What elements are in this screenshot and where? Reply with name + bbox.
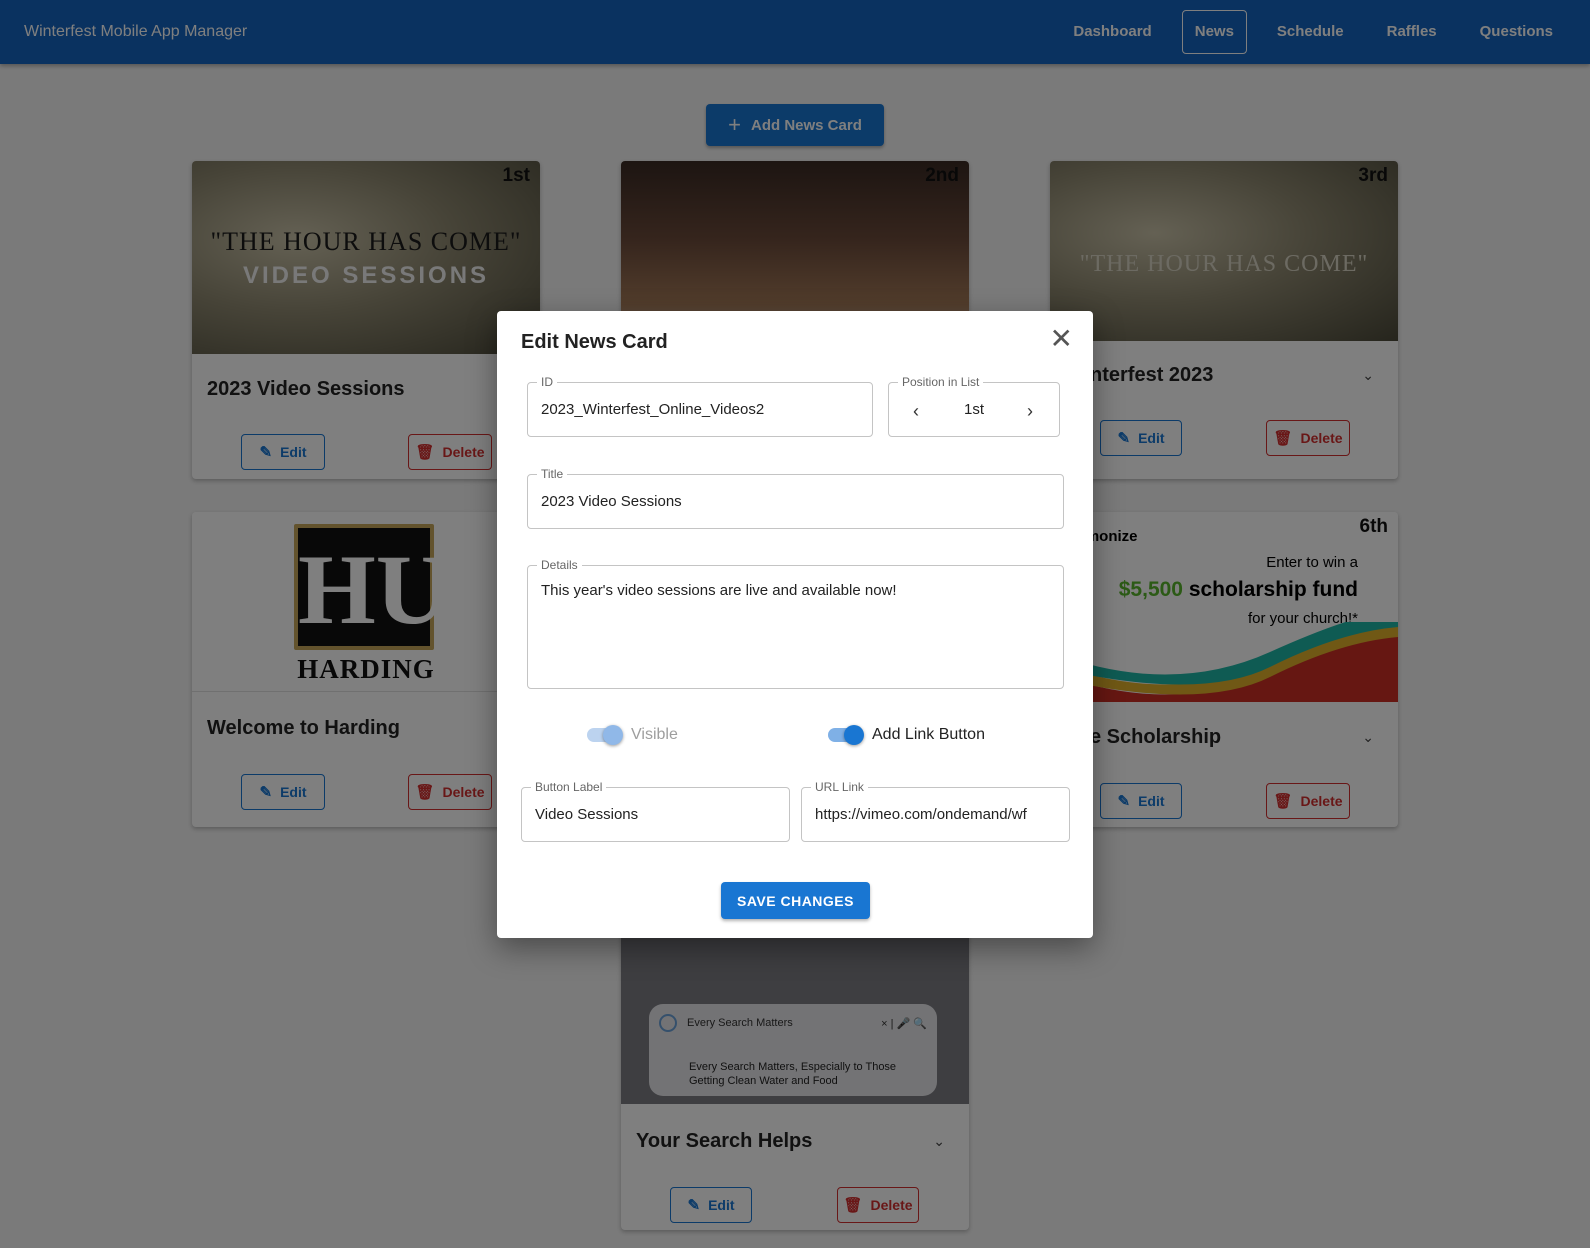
position-value: 1st	[964, 401, 985, 418]
title-field[interactable]: Title 2023 Video Sessions	[527, 467, 1064, 529]
title-label: Title	[537, 467, 568, 481]
url-link-value: https://vimeo.com/ondemand/wf	[815, 806, 1027, 823]
id-value: 2023_Winterfest_Online_Videos2	[541, 401, 765, 418]
id-field[interactable]: ID 2023_Winterfest_Online_Videos2	[527, 375, 873, 437]
dialog-title: Edit News Card	[521, 331, 668, 353]
position-label: Position in List	[898, 375, 984, 389]
add-link-thumb	[844, 725, 864, 745]
visible-label: Visible	[631, 726, 678, 743]
add-link-track	[828, 725, 864, 745]
button-label-value: Video Sessions	[535, 806, 639, 823]
save-changes-button[interactable]: SAVE CHANGES	[721, 882, 870, 919]
details-field[interactable]: Details This year's video sessions are l…	[527, 558, 1064, 689]
details-label: Details	[537, 558, 582, 572]
add-link-toggle[interactable]: Add Link Button	[828, 725, 985, 745]
visible-thumb	[603, 725, 623, 745]
visible-track	[587, 725, 623, 745]
details-value: This year's video sessions are live and …	[541, 582, 897, 599]
title-value: 2023 Video Sessions	[541, 493, 682, 510]
edit-news-card-dialog: Edit News Card ✕ ID 2023_Winterfest_Onli…	[497, 311, 1093, 938]
visible-toggle[interactable]: Visible	[587, 725, 678, 745]
chevron-right-icon[interactable]: ›	[1027, 401, 1033, 422]
chevron-left-icon[interactable]: ‹	[913, 401, 919, 422]
id-label: ID	[537, 375, 557, 389]
position-field: Position in List ‹ 1st ›	[888, 375, 1060, 437]
url-link-field[interactable]: URL Link https://vimeo.com/ondemand/wf	[801, 780, 1070, 842]
button-label-field[interactable]: Button Label Video Sessions	[521, 780, 790, 842]
close-icon[interactable]: ✕	[1050, 325, 1073, 353]
button-label-label: Button Label	[531, 780, 607, 794]
add-link-label: Add Link Button	[872, 726, 985, 743]
url-link-label: URL Link	[811, 780, 868, 794]
